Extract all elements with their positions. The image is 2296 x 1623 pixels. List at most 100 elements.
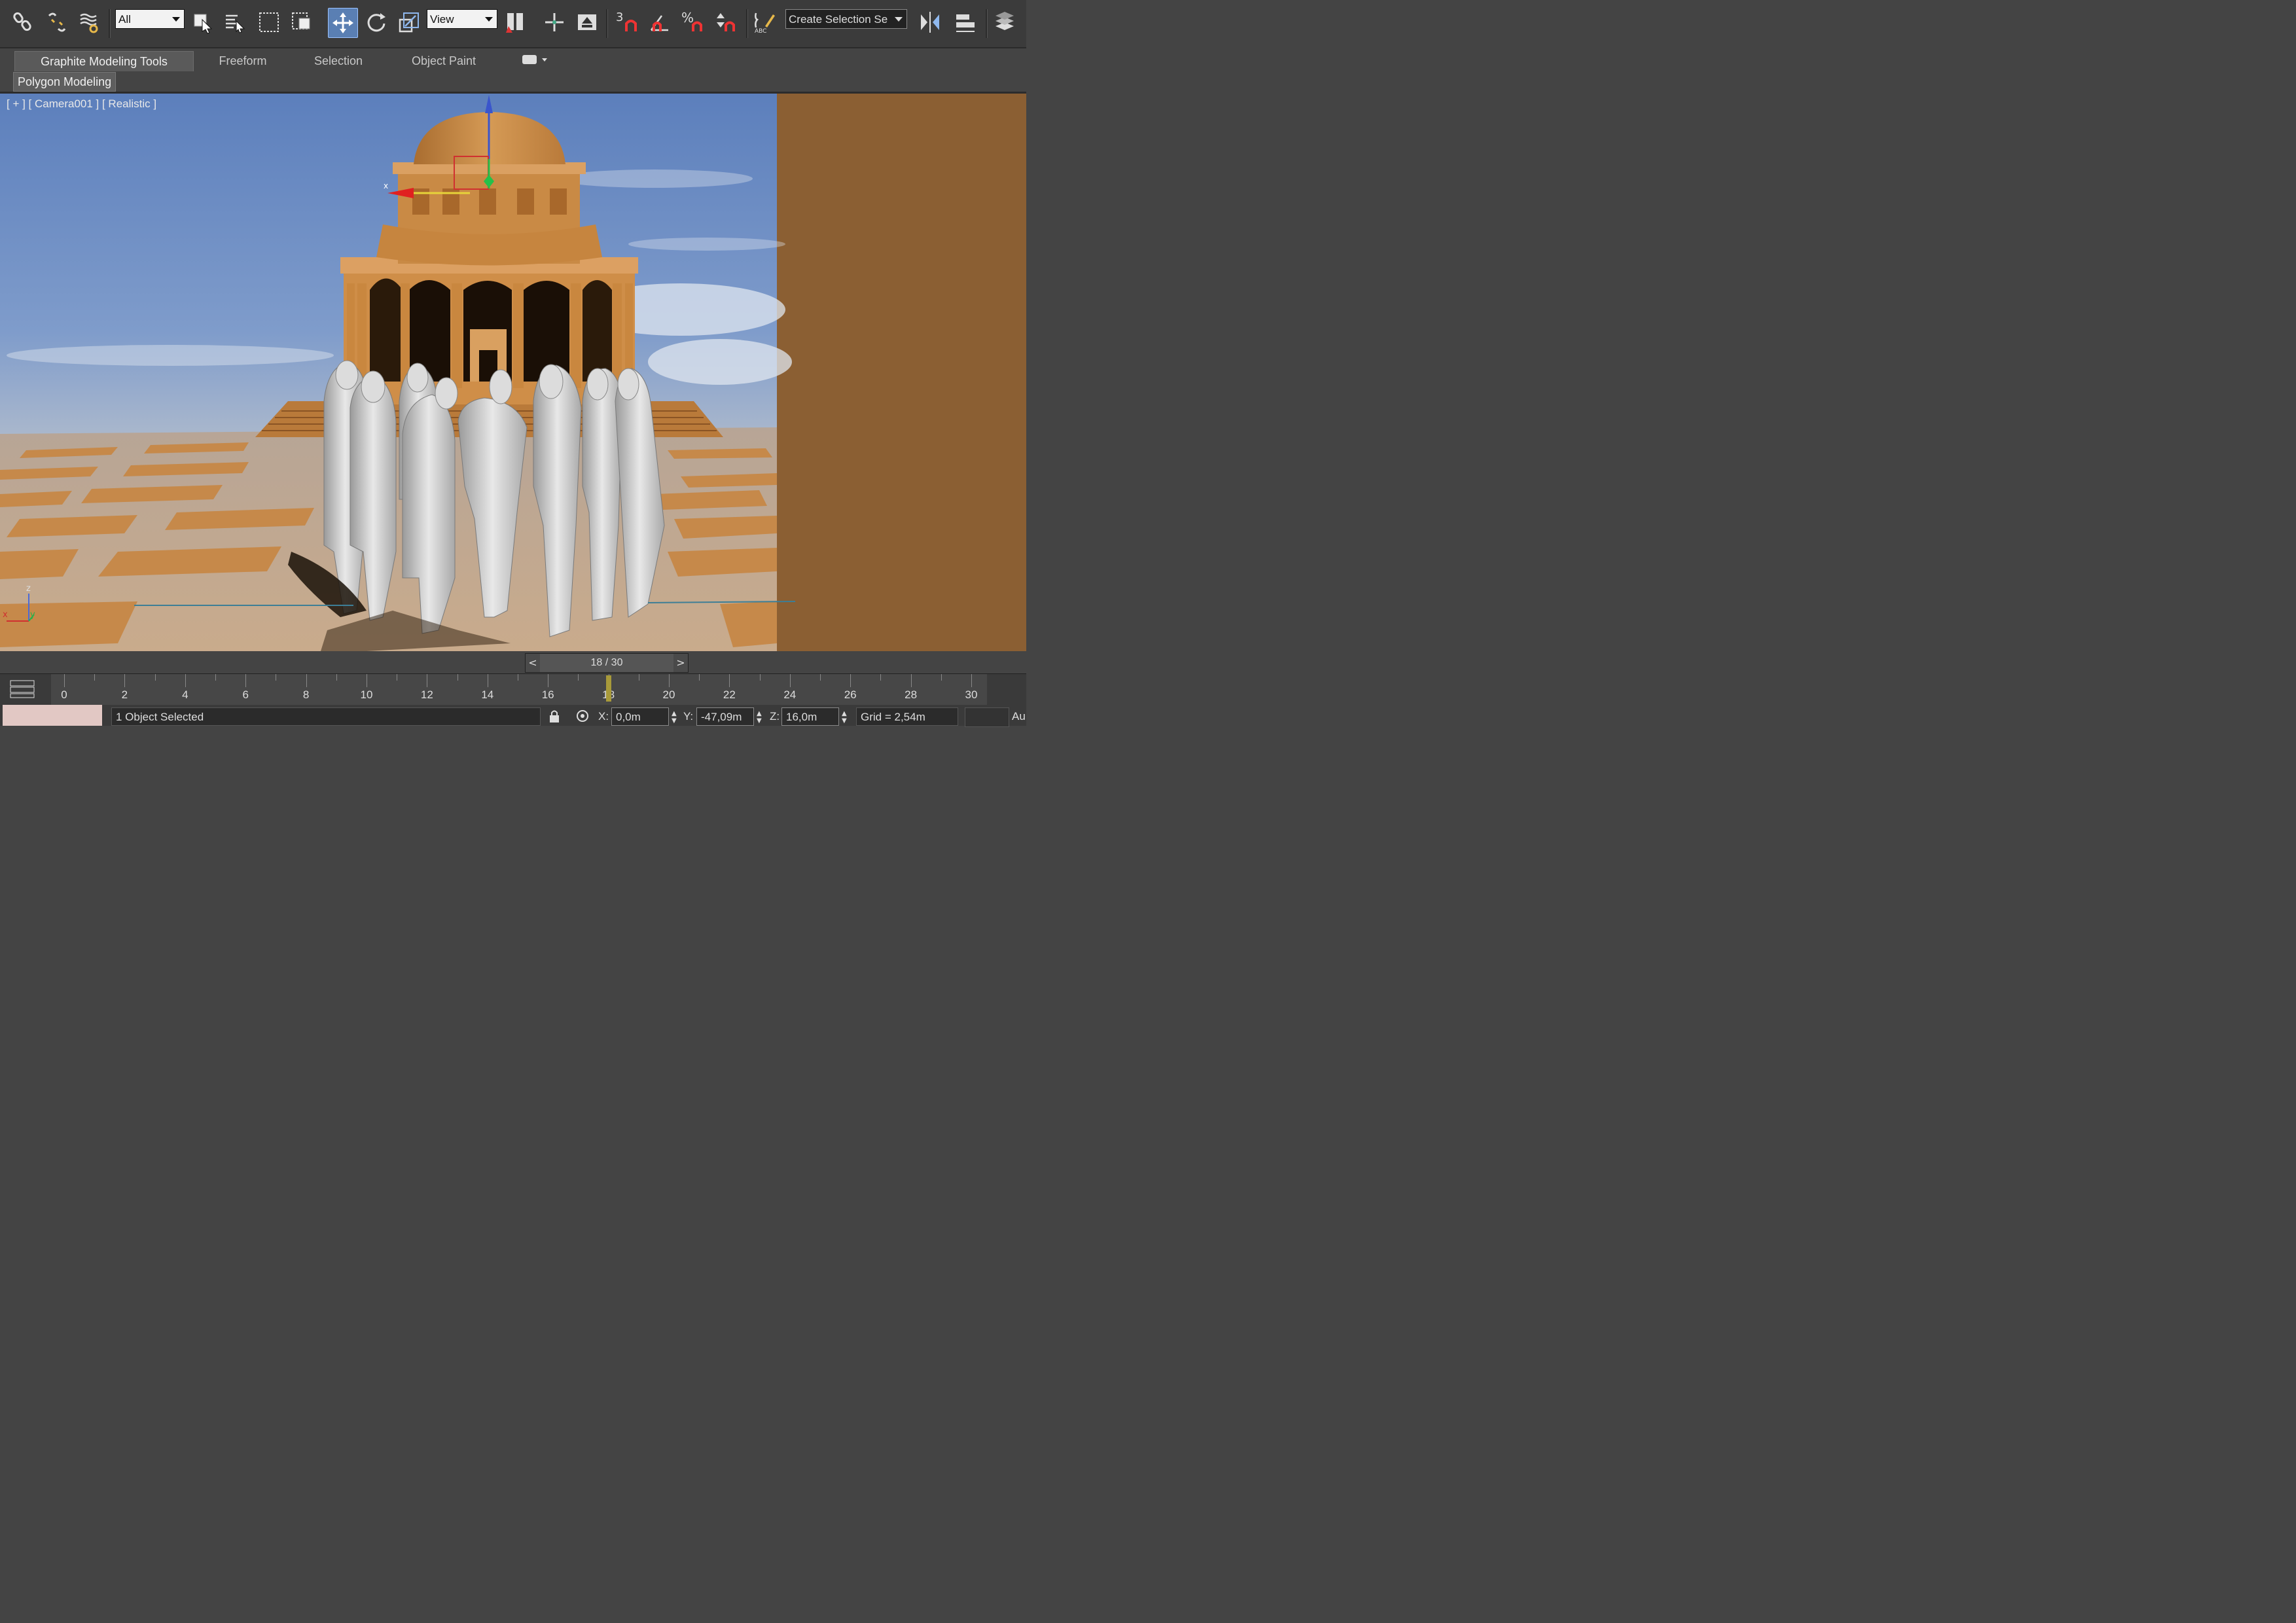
frame-tick — [245, 674, 247, 687]
frame-tick — [789, 674, 791, 687]
frame-tick — [578, 674, 579, 681]
frame-tick — [336, 674, 337, 681]
frame-tick — [185, 674, 186, 687]
unlink-icon[interactable] — [45, 8, 69, 37]
frame-tick — [124, 674, 126, 687]
current-frame-marker[interactable] — [605, 675, 611, 702]
spinner-snap-icon[interactable] — [713, 8, 738, 37]
lock-icon[interactable] — [548, 709, 560, 723]
frame-tick — [306, 674, 307, 687]
ribbon: Graphite Modeling Tools Freeform Selecti… — [0, 48, 1026, 94]
frame-tick-label: 0 — [61, 688, 67, 701]
layer-manager-icon[interactable] — [992, 8, 1017, 37]
frame-tick — [820, 674, 821, 681]
grid-size: Grid = 2,54m — [856, 707, 958, 726]
track-area[interactable]: 024681012141618202224262830 — [51, 674, 987, 705]
frame-counter[interactable]: 18 / 30 — [540, 654, 673, 672]
frame-tick-label: 6 — [242, 688, 249, 701]
selection-filter-dropdown[interactable]: All — [115, 9, 185, 29]
x-spinner-icon[interactable]: ▲ ▼ — [672, 710, 677, 724]
scene-render: x z x y — [0, 94, 796, 651]
frame-tick-label: 20 — [662, 688, 675, 701]
keyboard-shortcut-icon[interactable] — [575, 8, 600, 37]
frame-tick-label: 12 — [420, 688, 433, 701]
time-tag-button[interactable] — [965, 707, 1009, 727]
frame-tick — [910, 674, 912, 687]
window-crossing-icon[interactable] — [289, 8, 314, 37]
track-bar: 024681012141618202224262830 — [0, 673, 1026, 705]
frame-tick — [850, 674, 852, 687]
tab-object-paint[interactable]: Object Paint — [399, 51, 488, 71]
frame-tick — [699, 674, 700, 681]
select-object-icon[interactable] — [191, 8, 216, 37]
frame-tick — [941, 674, 942, 681]
frame-tick — [759, 674, 761, 681]
ribbon-minimize-icon[interactable] — [522, 55, 537, 64]
select-by-name-icon[interactable] — [223, 8, 247, 37]
axis-x-label: x — [3, 610, 8, 620]
frame-tick — [971, 674, 972, 687]
frame-tick — [457, 674, 458, 681]
edit-named-selection-icon[interactable]: ABC — [753, 8, 778, 37]
x-coord-field[interactable]: 0,0m — [611, 707, 669, 726]
select-scale-icon[interactable] — [397, 8, 422, 37]
frame-tick-label: 2 — [121, 688, 128, 701]
reference-coord-dropdown[interactable]: View — [427, 9, 497, 29]
frame-tick — [880, 674, 882, 681]
select-move-icon[interactable] — [328, 8, 358, 38]
viewport-label[interactable]: [ + ] [ Camera001 ] [ Realistic ] — [7, 98, 156, 111]
select-manipulate-icon[interactable] — [542, 8, 567, 37]
z-spinner-icon[interactable]: ▲ ▼ — [842, 710, 847, 724]
main-toolbar: All View 3 % ABC Create Selection Se — [0, 0, 1026, 48]
bind-space-warp-icon[interactable] — [77, 8, 102, 37]
frame-tick — [154, 674, 156, 681]
maxscript-listener[interactable] — [3, 705, 102, 726]
frame-tick-label: 22 — [723, 688, 736, 701]
time-slider[interactable]: < 18 / 30 > — [525, 653, 689, 673]
axis-z-label: z — [26, 584, 31, 594]
frame-tick — [669, 674, 670, 687]
select-rotate-icon[interactable] — [364, 8, 389, 37]
prev-frame-button[interactable]: < — [526, 654, 540, 672]
mirror-icon[interactable] — [918, 8, 942, 37]
absolute-mode-icon[interactable] — [575, 709, 590, 723]
frame-tick-label: 26 — [844, 688, 857, 701]
rect-selection-icon[interactable] — [257, 8, 281, 37]
time-slider-bar: < 18 / 30 > — [0, 652, 1026, 673]
frame-tick-label: 30 — [965, 688, 978, 701]
named-selection-dropdown[interactable]: Create Selection Se — [785, 9, 907, 29]
frame-tick-label: 8 — [302, 688, 310, 701]
percent-snap-icon[interactable]: % — [681, 8, 706, 37]
curve-editor-icon[interactable] — [9, 679, 35, 699]
frame-tick — [215, 674, 216, 681]
subtab-polygon-modeling[interactable]: Polygon Modeling — [13, 72, 117, 92]
frame-tick — [64, 674, 65, 687]
ribbon-options-arrow-icon[interactable] — [542, 58, 547, 62]
angle-snap-icon[interactable] — [648, 8, 673, 37]
snap-label: 3 — [616, 10, 623, 24]
y-spinner-icon[interactable]: ▲ ▼ — [757, 710, 762, 724]
y-coord-field[interactable]: -47,09m — [696, 707, 754, 726]
frame-tick-label: 16 — [541, 688, 554, 701]
frame-tick-label: 14 — [481, 688, 494, 701]
frame-tick-label: 28 — [905, 688, 918, 701]
frame-tick — [729, 674, 730, 687]
align-icon[interactable] — [953, 8, 978, 37]
select-and-link-icon[interactable] — [10, 8, 35, 37]
status-bar: 1 Object Selected X: 0,0m ▲ ▼ Y: -47,09m … — [0, 705, 1026, 727]
z-coord-field[interactable]: 16,0m — [781, 707, 839, 726]
snap-3d-icon[interactable]: 3 — [614, 8, 639, 37]
abc-label: ABC — [755, 28, 766, 34]
frame-tick-label: 4 — [182, 688, 188, 701]
tab-graphite-modeling-tools[interactable]: Graphite Modeling Tools — [14, 51, 194, 71]
camera-viewport[interactable]: x z x y [ + ] [ Camera001 ] [ Realistic … — [0, 94, 1026, 651]
tab-selection[interactable]: Selection — [298, 51, 378, 71]
percent-label: % — [681, 10, 694, 26]
use-pivot-icon[interactable] — [504, 8, 529, 37]
tab-freeform[interactable]: Freeform — [203, 51, 283, 71]
frame-tick-label: 10 — [360, 688, 373, 701]
auto-key-button[interactable]: Au — [1012, 710, 1026, 723]
next-frame-button[interactable]: > — [673, 654, 688, 672]
status-message: 1 Object Selected — [111, 707, 541, 726]
axis-y-label: y — [30, 610, 35, 620]
